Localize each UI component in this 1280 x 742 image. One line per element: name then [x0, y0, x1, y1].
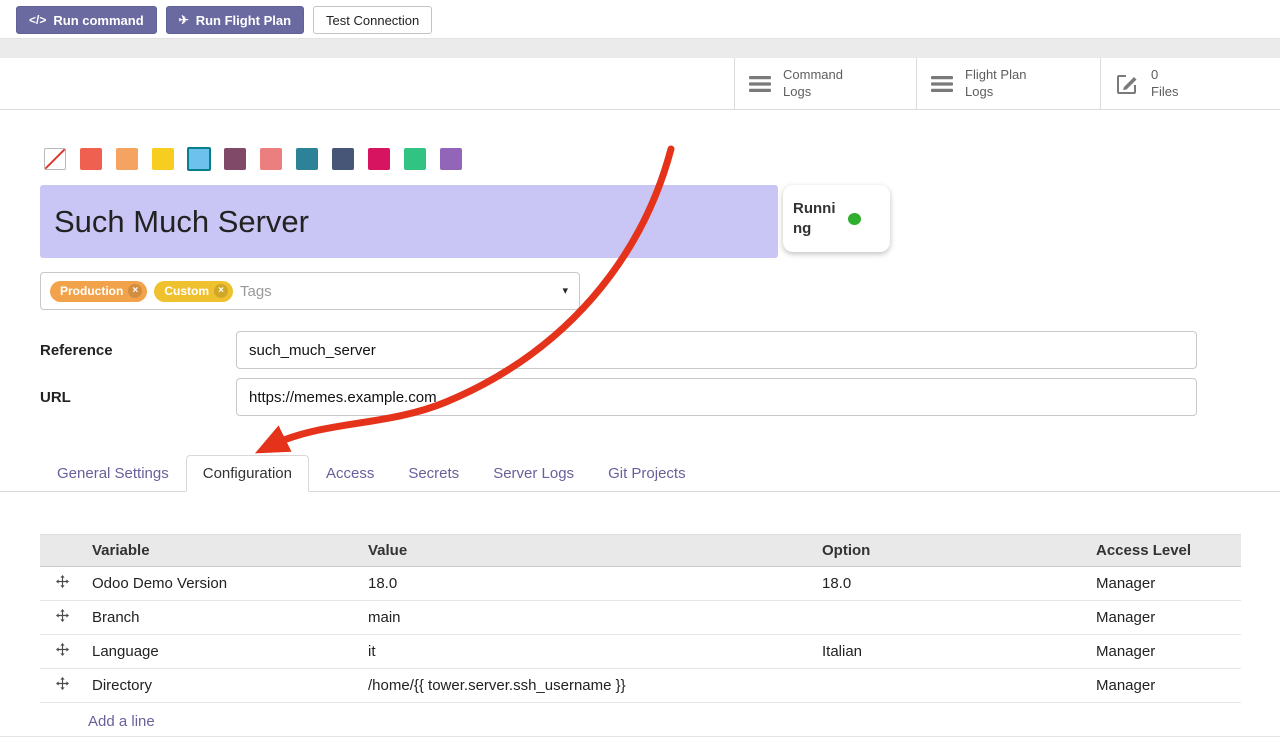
color-swatch-light-blue[interactable] [187, 147, 211, 171]
drag-handle[interactable] [40, 635, 84, 669]
cell-option[interactable]: 18.0 [814, 567, 1088, 601]
drag-handle[interactable] [40, 669, 84, 703]
column-header-access-level: Access Level [1088, 535, 1241, 567]
handle-column-header [40, 535, 84, 567]
tab-configuration[interactable]: Configuration [186, 455, 309, 492]
cell-variable[interactable]: Language [84, 635, 360, 669]
table-row: Language it Italian Manager [40, 635, 1241, 669]
color-swatch-fuchsia[interactable] [368, 148, 390, 170]
test-connection-label: Test Connection [326, 13, 419, 28]
list-icon [749, 75, 771, 93]
stat-button-row: Command Logs Flight Plan Logs 0 Files [0, 58, 1280, 110]
title-row: Running [40, 185, 1240, 258]
run-flight-plan-button[interactable]: ✈ Run Flight Plan [166, 6, 304, 34]
plane-icon: ✈ [179, 14, 189, 26]
status-dot [848, 213, 861, 225]
remove-tag-icon[interactable]: × [128, 284, 142, 298]
cell-value[interactable]: main [360, 601, 814, 635]
tab-general-settings[interactable]: General Settings [40, 455, 186, 492]
tab-git-projects[interactable]: Git Projects [591, 455, 703, 492]
url-input[interactable] [236, 378, 1197, 416]
drag-handle-icon [56, 609, 69, 622]
tags-placeholder: Tags [240, 283, 272, 300]
color-swatch-violet[interactable] [440, 148, 462, 170]
drag-handle[interactable] [40, 601, 84, 635]
configuration-table: Variable Value Option Access Level Odoo … [40, 534, 1241, 740]
color-swatch-red[interactable] [80, 148, 102, 170]
list-icon [931, 75, 953, 93]
drag-handle-icon [56, 643, 69, 656]
table-row: Directory /home/{{ tower.server.ssh_user… [40, 669, 1241, 703]
tab-access[interactable]: Access [309, 455, 391, 492]
action-toolbar: </> Run command ✈ Run Flight Plan Test C… [0, 0, 1280, 38]
form-sheet: Running Production × Custom × Tags ▾ Ref… [0, 148, 1280, 416]
color-swatch-none[interactable] [44, 148, 66, 170]
url-label: URL [40, 389, 236, 406]
files-label: Files [1151, 84, 1178, 101]
tag-custom: Custom × [154, 281, 233, 302]
cell-access-level[interactable]: Manager [1088, 567, 1241, 601]
test-connection-button[interactable]: Test Connection [313, 6, 432, 34]
cell-variable[interactable]: Odoo Demo Version [84, 567, 360, 601]
edit-icon [1115, 72, 1139, 96]
bottom-divider [0, 736, 1280, 737]
remove-tag-icon[interactable]: × [214, 284, 228, 298]
color-swatch-dark-purple[interactable] [224, 148, 246, 170]
header-divider-band [0, 38, 1280, 58]
run-command-label: Run command [53, 13, 143, 28]
cell-variable[interactable]: Branch [84, 601, 360, 635]
cell-access-level[interactable]: Manager [1088, 635, 1241, 669]
cell-option[interactable] [814, 601, 1088, 635]
flight-plan-logs-label: Flight Plan Logs [965, 67, 1045, 101]
tab-server-logs[interactable]: Server Logs [476, 455, 591, 492]
color-swatch-yellow[interactable] [152, 148, 174, 170]
table-row: Branch main Manager [40, 601, 1241, 635]
color-swatch-teal[interactable] [296, 148, 318, 170]
field-grid: Reference URL [40, 331, 1240, 416]
reference-label: Reference [40, 342, 236, 359]
cell-value[interactable]: 18.0 [360, 567, 814, 601]
cell-option[interactable] [814, 669, 1088, 703]
status-card: Running [783, 185, 890, 252]
command-logs-button[interactable]: Command Logs [734, 58, 916, 109]
table-header-row: Variable Value Option Access Level [40, 535, 1241, 567]
cell-access-level[interactable]: Manager [1088, 669, 1241, 703]
color-picker-row [40, 148, 1240, 170]
reference-input[interactable] [236, 331, 1197, 369]
tag-production: Production × [50, 281, 147, 302]
add-line-row: Add a line [40, 703, 1241, 741]
column-header-value: Value [360, 535, 814, 567]
server-name-input[interactable] [40, 185, 778, 258]
notebook-tabs: General Settings Configuration Access Se… [0, 455, 1280, 492]
files-button[interactable]: 0 Files [1100, 58, 1280, 109]
table-row: Odoo Demo Version 18.0 18.0 Manager [40, 567, 1241, 601]
color-swatch-salmon[interactable] [260, 148, 282, 170]
color-swatch-navy[interactable] [332, 148, 354, 170]
cell-value[interactable]: /home/{{ tower.server.ssh_username }} [360, 669, 814, 703]
add-a-line-link[interactable]: Add a line [88, 713, 155, 730]
column-header-option: Option [814, 535, 1088, 567]
run-command-button[interactable]: </> Run command [16, 6, 157, 34]
files-count: 0 [1151, 67, 1178, 84]
tag-production-label: Production [60, 284, 123, 298]
tab-secrets[interactable]: Secrets [391, 455, 476, 492]
color-swatch-green[interactable] [404, 148, 426, 170]
command-logs-label: Command Logs [783, 67, 863, 101]
cell-variable[interactable]: Directory [84, 669, 360, 703]
flight-plan-logs-button[interactable]: Flight Plan Logs [916, 58, 1100, 109]
status-label: Running [793, 199, 841, 238]
color-swatch-orange[interactable] [116, 148, 138, 170]
drag-handle-icon [56, 677, 69, 690]
tags-input[interactable]: Production × Custom × Tags ▾ [40, 272, 580, 310]
cell-option[interactable]: Italian [814, 635, 1088, 669]
drag-handle-icon [56, 575, 69, 588]
cell-value[interactable]: it [360, 635, 814, 669]
cell-access-level[interactable]: Manager [1088, 601, 1241, 635]
code-icon: </> [29, 14, 46, 26]
column-header-variable: Variable [84, 535, 360, 567]
tag-custom-label: Custom [164, 284, 209, 298]
run-flight-plan-label: Run Flight Plan [196, 13, 291, 28]
drag-handle[interactable] [40, 567, 84, 601]
caret-down-icon[interactable]: ▾ [562, 284, 568, 297]
